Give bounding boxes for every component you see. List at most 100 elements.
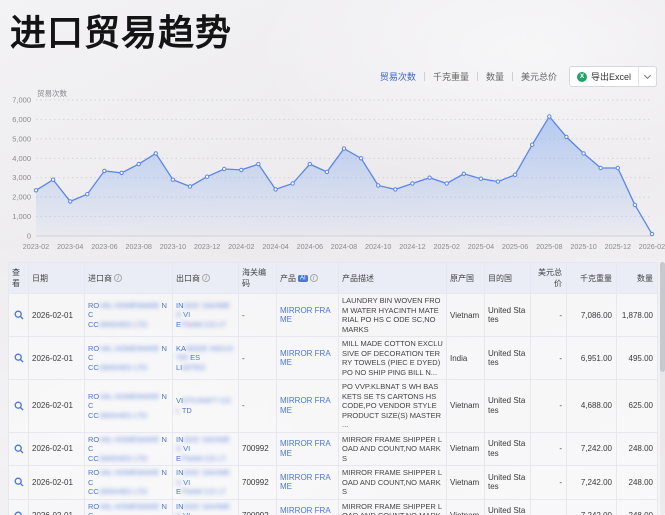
view-detail-button[interactable] [12,477,25,487]
product-link[interactable]: MIRROR FRAME [280,439,331,458]
cell-description: MILL MADE COTTON EXCLUSIVE OF DECORATION… [339,337,447,380]
cell-date: 2026-02-01 [29,466,85,500]
cell-kg-weight: 4,688.00 [567,380,617,433]
product-link[interactable]: MIRROR FRAME [280,473,331,492]
metric-tab-1[interactable]: 贸易次数 [380,70,416,83]
svg-text:2024-10: 2024-10 [365,242,391,251]
cell-quantity: 625.00 [617,380,658,433]
cell-importer: ROVAL HOMEWARE NCCCOMSHED LTD [85,380,173,433]
importer-link[interactable]: ROVAL HOMEWARE NCCCOMSHED LTD [88,392,169,421]
redacted-text: OMSHED LTD [99,320,148,329]
view-detail-button[interactable] [12,401,25,411]
cell-view [9,466,29,500]
metric-tab-2[interactable]: 千克重量 [433,70,469,83]
redacted-text: VAL HOMEWARE [99,468,159,477]
exporter-link[interactable]: INDOC SAVIMEX VIETNAM CO LT [176,301,235,330]
redacted-text: OMSHED LTD [99,411,148,420]
view-detail-button[interactable] [12,310,25,320]
exporter-link[interactable]: INDOC SAVIMEX VIETNAM CO LT [176,435,235,464]
svg-text:6,000: 6,000 [12,115,31,124]
tab-separator [424,72,425,81]
info-icon[interactable]: i [114,274,122,282]
redacted-text: TNAM CO LT [181,487,226,496]
svg-text:2023-04: 2023-04 [57,242,83,251]
redacted-text: MITED [182,363,205,372]
view-detail-button[interactable] [12,511,25,515]
importer-link[interactable]: ROVAL HOMEWARE NCCCOMSHED LTD [88,435,169,464]
importer-link[interactable]: ROVAL HOMEWARE NCCCOMSHED LTD [88,502,169,515]
importer-link[interactable]: ROVAL HOMEWARE NCCCOMSHED LTD [88,344,169,373]
cell-exporter: INDOC SAVIMEX VIETNAM CO LT [173,294,239,337]
product-link[interactable]: MIRROR FRAME [280,506,331,515]
cell-destination: United States [485,466,531,500]
exporter-link[interactable]: VIETCRAFT CO L TD [176,396,235,415]
ai-badge: AI [298,275,308,282]
cell-date: 2026-02-01 [29,432,85,466]
column-header: 原产国 [447,263,485,294]
trend-chart-canvas: 01,0002,0003,0004,0005,0006,0007,0002023… [0,84,665,265]
scrollbar-thumb[interactable] [660,262,665,372]
tab-separator [477,72,478,81]
column-header: 海关编码 [239,263,277,294]
product-link[interactable]: MIRROR FRAME [280,396,331,415]
svg-text:0: 0 [27,232,31,241]
view-detail-button[interactable] [12,444,25,454]
cell-hs-code: - [239,337,277,380]
cell-date: 2026-02-01 [29,499,85,515]
importer-link[interactable]: ROVAL HOMEWARE NCCCOMSHED LTD [88,468,169,497]
table-header-row: 查看日期进口商i出口商i海关编码产品AIi产品描述原产国目的国美元总价千克重量数… [9,263,658,294]
svg-text:4,000: 4,000 [12,154,31,163]
svg-text:2023-08: 2023-08 [125,242,151,251]
column-header: 千克重量 [567,263,617,294]
cell-kg-weight: 7,242.00 [567,466,617,500]
metric-tab-4[interactable]: 美元总价 [521,70,557,83]
cell-view [9,432,29,466]
svg-text:1,000: 1,000 [12,212,31,221]
info-icon[interactable]: i [310,274,318,282]
cell-exporter: INDOC SAVIMEX VIETNAM CO LT [173,499,239,515]
view-detail-button[interactable] [12,353,25,363]
column-header: 查看 [9,263,29,294]
importer-link[interactable]: ROVAL HOMEWARE NCCCOMSHED LTD [88,301,169,330]
metric-tab-3[interactable]: 数量 [486,70,504,83]
cell-exporter: VIETCRAFT CO L TD [173,380,239,433]
svg-text:7,000: 7,000 [12,96,31,105]
svg-text:2023-06: 2023-06 [91,242,117,251]
cell-destination: United States [485,432,531,466]
cell-kg-weight: 7,086.00 [567,294,617,337]
info-icon[interactable]: i [202,274,210,282]
cell-usd-total: - [531,432,567,466]
column-header: 美元总价 [531,263,567,294]
redacted-text: TNAM CO LT [181,454,226,463]
svg-text:2025-10: 2025-10 [570,242,596,251]
cell-product: MIRROR FRAME [277,466,339,500]
exporter-link[interactable]: KANODE INDUSTRI ESLIMITED [176,344,235,373]
cell-usd-total: - [531,337,567,380]
redacted-text: VAL HOMEWARE [99,392,159,401]
cell-kg-weight: 7,242.00 [567,432,617,466]
exporter-link[interactable]: INDOC SAVIMEX VIETNAM CO LT [176,502,235,515]
cell-product: MIRROR FRAME [277,499,339,515]
table-row: 2026-02-01ROVAL HOMEWARE NCCCOMSHED LTDK… [9,337,658,380]
cell-exporter: INDOC SAVIMEX VIETNAM CO LT [173,432,239,466]
product-link[interactable]: MIRROR FRAME [280,349,331,368]
product-description: LAUNDRY BIN WOVEN FROM WATER HYACINTH MA… [342,296,443,334]
cell-destination: United States [485,337,531,380]
cell-hs-code: 700992 [239,466,277,500]
cell-kg-weight: 7,242.00 [567,499,617,515]
cell-kg-weight: 6,951.00 [567,337,617,380]
column-header: 目的国 [485,263,531,294]
chart-series-label: 贸易次数 [37,88,67,99]
redacted-text: OMSHED LTD [99,454,148,463]
cell-importer: ROVAL HOMEWARE NCCCOMSHED LTD [85,466,173,500]
product-description: MILL MADE COTTON EXCLUSIVE OF DECORATION… [342,339,443,377]
exporter-link[interactable]: INDOC SAVIMEX VIETNAM CO LT [176,468,235,497]
column-header: 产品描述 [339,263,447,294]
svg-text:2024-06: 2024-06 [297,242,323,251]
vertical-scrollbar[interactable] [660,262,665,515]
table-row: 2026-02-01ROVAL HOMEWARE NCCCOMSHED LTDV… [9,380,658,433]
cell-destination: United States [485,294,531,337]
cell-origin: Vietnam [447,380,485,433]
cell-hs-code: 700992 [239,432,277,466]
product-link[interactable]: MIRROR FRAME [280,306,331,325]
